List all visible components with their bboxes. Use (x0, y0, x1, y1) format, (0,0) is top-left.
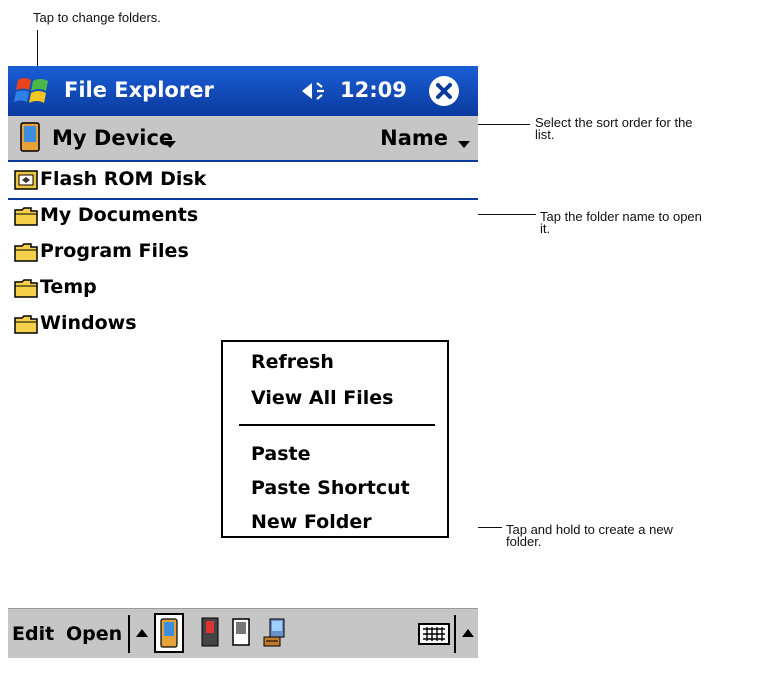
command-bar: Edit Open (8, 608, 478, 658)
file-name[interactable]: Flash ROM Disk (40, 167, 206, 191)
device-view-button[interactable] (154, 613, 184, 653)
callout-folder-open-line2: it. (540, 221, 551, 236)
folder-selector[interactable]: My Device (52, 125, 173, 151)
chevron-down-icon[interactable] (458, 141, 470, 148)
device-icon[interactable] (20, 122, 40, 152)
context-menu: Refresh View All Files Paste Paste Short… (221, 340, 449, 538)
menu-item-paste[interactable]: Paste (251, 442, 311, 466)
menu-item-refresh[interactable]: Refresh (251, 350, 334, 374)
device-screen: File Explorer 12:09 My Device Name Flash… (8, 66, 478, 658)
list-item[interactable]: Windows (8, 306, 478, 342)
edit-menu-button[interactable]: Edit (12, 622, 54, 646)
memory-card-icon[interactable] (232, 618, 250, 648)
title-bar: File Explorer 12:09 (8, 66, 478, 116)
sort-selector[interactable]: Name (380, 125, 448, 151)
chevron-up-icon[interactable] (462, 629, 474, 637)
folder-bar: My Device Name (8, 116, 478, 162)
folder-icon (14, 241, 38, 263)
menu-item-paste-shortcut[interactable]: Paste Shortcut (251, 476, 410, 500)
open-menu-button[interactable]: Open (66, 622, 122, 646)
chevron-down-icon[interactable] (164, 141, 176, 148)
app-title: File Explorer (64, 78, 214, 102)
menu-item-view-all-files[interactable]: View All Files (251, 386, 393, 410)
network-icon[interactable] (262, 617, 290, 649)
chevron-up-icon[interactable] (136, 629, 148, 637)
callout-sort-order-line1: Select the sort order for the (535, 115, 693, 130)
start-menu-icon[interactable] (14, 72, 52, 110)
file-name[interactable]: Windows (40, 311, 137, 335)
divider (454, 615, 456, 653)
list-item[interactable]: My Documents (8, 198, 478, 234)
list-item[interactable]: Temp (8, 270, 478, 306)
clock[interactable]: 12:09 (340, 77, 407, 103)
keyboard-icon[interactable] (418, 623, 450, 645)
callout-new-folder-line2: folder. (506, 534, 542, 549)
folder-icon (14, 277, 38, 299)
menu-separator (239, 424, 435, 426)
menu-item-new-folder[interactable]: New Folder (251, 510, 372, 534)
list-item[interactable]: Program Files (8, 234, 478, 270)
file-name[interactable]: My Documents (40, 203, 198, 227)
callout-folder-open-line1: Tap the folder name to open (540, 209, 702, 224)
storage-view-icon[interactable] (200, 617, 220, 649)
speaker-icon[interactable] (300, 79, 336, 103)
close-icon[interactable] (429, 76, 459, 106)
folder-icon (14, 313, 38, 335)
file-name[interactable]: Program Files (40, 239, 189, 263)
list-item[interactable]: Flash ROM Disk (8, 162, 478, 200)
storage-card-icon (14, 169, 38, 191)
callout-sort-order-line2: list. (535, 127, 555, 142)
callout-change-folders: Tap to change folders. (33, 10, 161, 25)
divider (128, 615, 130, 653)
folder-icon (14, 205, 38, 227)
file-name[interactable]: Temp (40, 275, 97, 299)
